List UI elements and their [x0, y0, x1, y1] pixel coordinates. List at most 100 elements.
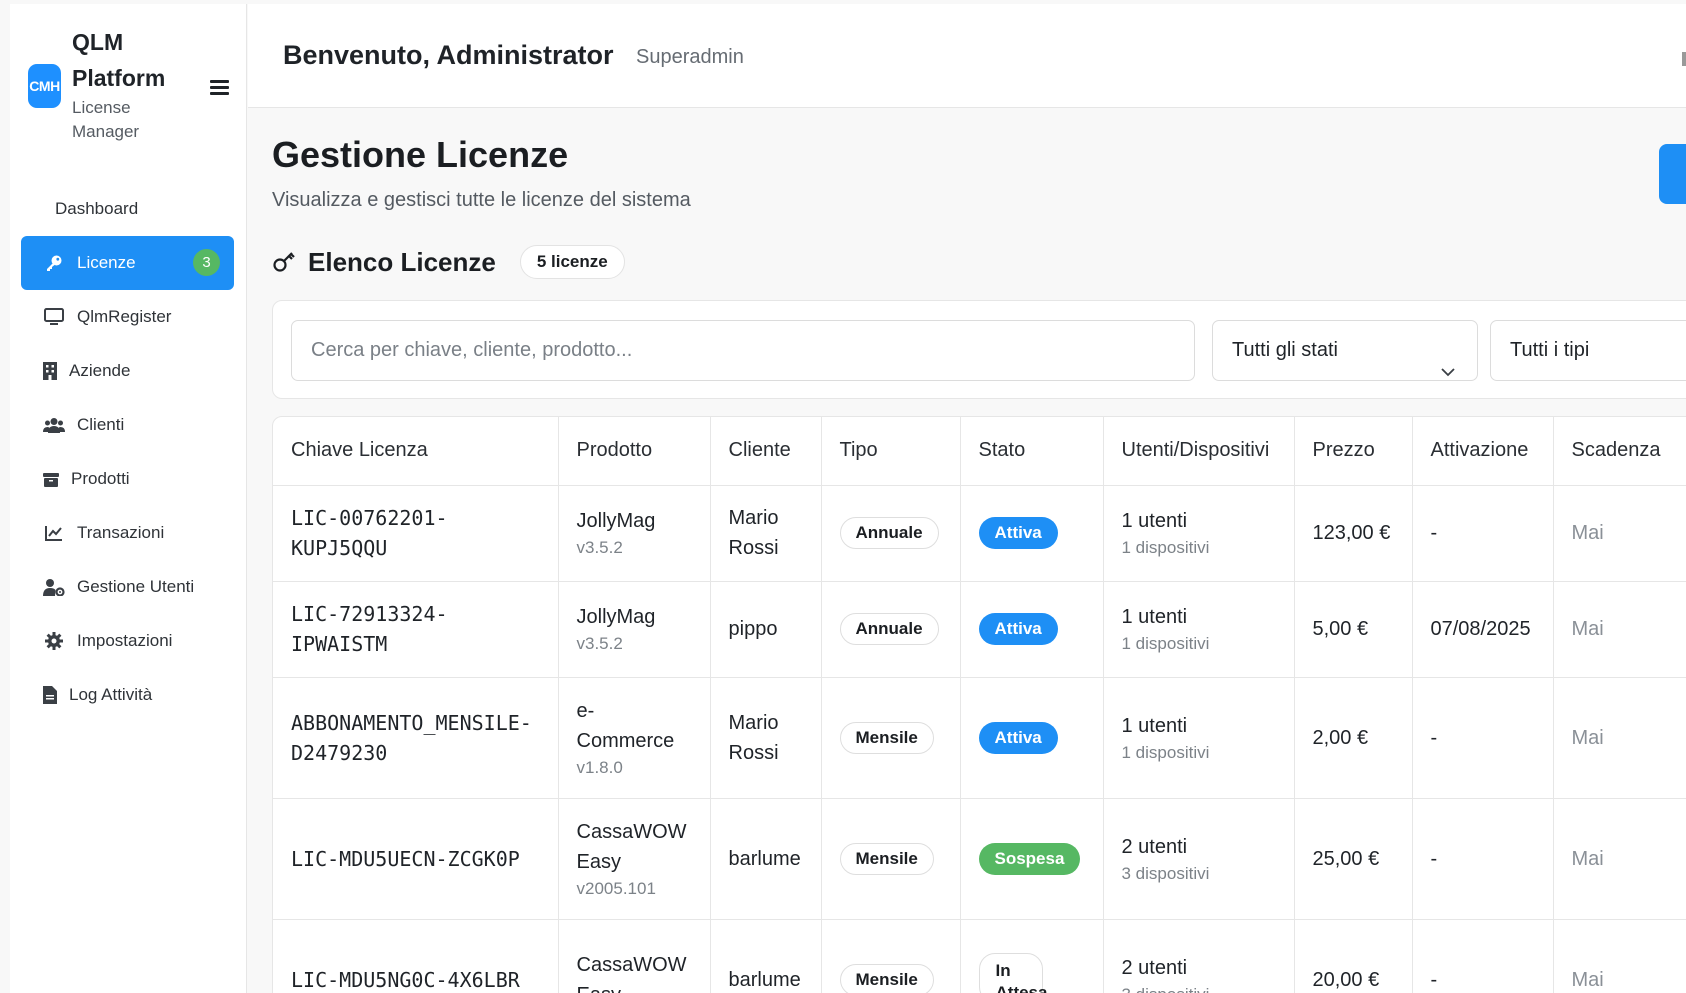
column-header[interactable]: Cliente — [710, 417, 822, 486]
license-key-cell: LIC-72913324-IPWAISTM — [273, 581, 559, 678]
sidebar: CMH QLM Platform License Manager Dashboa… — [10, 4, 247, 993]
license-key-cell: LIC-MDU5NG0C-4X6LBR — [273, 919, 559, 993]
state-cell: Attiva — [960, 677, 1104, 799]
product-name: JollyMag — [576, 606, 656, 628]
status-badge: Attiva — [978, 517, 1058, 549]
sidebar-item-label: Clienti — [77, 415, 125, 434]
user-gear-icon — [43, 577, 65, 597]
search-input[interactable] — [291, 320, 1195, 381]
sidebar-item-aziende[interactable]: Aziende — [21, 344, 234, 398]
client-cell: Mario Rossi — [710, 485, 822, 582]
status-badge: Sospesa — [978, 842, 1081, 875]
sidebar-item-transazioni[interactable]: Transazioni — [21, 506, 234, 560]
column-header[interactable]: Utenti/Dispositivi — [1103, 417, 1295, 486]
users-count: 2 utenti — [1121, 956, 1188, 979]
expiry-cell: Mai — [1553, 798, 1686, 920]
column-header[interactable]: Attivazione — [1412, 417, 1554, 486]
list-title: Elenco Licenze — [308, 246, 496, 277]
status-filter-select[interactable]: Tutti gli stati — [1212, 320, 1478, 381]
client-cell: barlume — [710, 798, 822, 920]
sidebar-item-label: Transazioni — [77, 523, 165, 542]
product-cell: e-Commerce v1.8.0 — [558, 677, 711, 799]
activation-cell: - — [1412, 798, 1554, 920]
sidebar-item-qlmregister[interactable]: QlmRegister — [21, 290, 234, 344]
sidebar-item-prodotti[interactable]: Prodotti — [21, 452, 234, 506]
expiry-cell: Mai — [1553, 485, 1686, 582]
users-cell: 1 utenti 1 dispositivi — [1103, 677, 1295, 799]
product-cell: JollyMag v3.5.2 — [558, 581, 711, 678]
license-key-cell: ABBONAMENTO_MENSILE-D2479230 — [273, 677, 559, 799]
column-header[interactable]: Stato — [960, 417, 1104, 486]
sidebar-item-label: Log Attività — [69, 685, 153, 704]
status-badge: In Attesa — [978, 952, 1047, 993]
activation-cell: 07/08/2025 — [1412, 581, 1554, 678]
column-header[interactable]: Tipo — [821, 417, 961, 486]
type-cell: Annuale — [821, 485, 961, 582]
type-filter-value: Tutti i tipi — [1510, 339, 1590, 361]
type-cell: Mensile — [821, 798, 961, 920]
users-count: 1 utenti — [1121, 606, 1188, 628]
expiry-cell: Mai — [1553, 581, 1686, 678]
column-header[interactable]: Prezzo — [1294, 417, 1413, 486]
product-version: v1.8.0 — [576, 757, 623, 777]
column-header[interactable]: Prodotto — [558, 417, 711, 486]
column-header[interactable]: Chiave Licenza — [273, 417, 559, 486]
users-count: 1 utenti — [1121, 714, 1188, 737]
table-row[interactable]: LIC-72913324-IPWAISTM JollyMag v3.5.2 pip… — [273, 581, 1686, 678]
product-version: v2005.101 — [576, 878, 656, 898]
type-filter-select[interactable]: Tutti i tipi — [1490, 320, 1686, 381]
app-logo: CMH — [28, 64, 61, 108]
sidebar-item-impostazioni[interactable]: Impostazioni — [21, 614, 234, 668]
activation-cell: - — [1412, 919, 1554, 993]
licenses-table: Chiave Licenza Prodotto Cliente Tipo Sta… — [272, 416, 1686, 993]
table-row[interactable]: LIC-MDU5NG0C-4X6LBR CassaWOW Easy barlum… — [273, 919, 1686, 993]
chevron-down-icon — [1441, 344, 1455, 377]
type-badge: Annuale — [839, 613, 939, 645]
sidebar-nav: Dashboard Licenze 3 QlmRegister Aziende — [21, 182, 234, 722]
sidebar-item-licenze[interactable]: Licenze 3 — [21, 236, 234, 290]
sidebar-item-gestione-utenti[interactable]: Gestione Utenti — [21, 560, 234, 614]
product-cell: CassaWOW Easy v2005.101 — [558, 798, 711, 920]
page-subtitle: Visualizza e gestisci tutte le licenze d… — [272, 189, 691, 211]
top-header: Benvenuto, Administrator Superadmin — [248, 4, 1686, 108]
gear-icon — [43, 631, 65, 651]
app-name: QLM Platform — [72, 29, 166, 91]
activation-cell: - — [1412, 677, 1554, 799]
devices-count: 3 dispositivi — [1122, 983, 1294, 993]
product-name: CassaWOW Easy — [576, 953, 687, 993]
users-cell: 2 utenti 3 dispositivi — [1103, 798, 1295, 920]
devices-count: 1 dispositivi — [1121, 634, 1210, 653]
expiry-cell: Mai — [1553, 677, 1686, 799]
sidebar-item-label: Impostazioni — [77, 631, 173, 650]
status-badge: Attiva — [978, 613, 1058, 645]
new-license-button[interactable] — [1659, 144, 1686, 204]
key-icon — [43, 253, 65, 273]
expiry-cell: Mai — [1553, 919, 1686, 993]
license-key-cell: LIC-MDU5UECN-ZCGK0P — [273, 798, 559, 920]
license-key: LIC-72913324-IPWAISTM — [291, 602, 448, 656]
price-cell: 20,00 € — [1294, 919, 1413, 993]
sidebar-item-label: Prodotti — [71, 469, 130, 488]
building-icon — [43, 361, 57, 381]
sidebar-item-dashboard[interactable]: Dashboard — [21, 182, 234, 236]
file-icon — [43, 685, 57, 705]
users-cell: 2 utenti 3 dispositivi — [1103, 919, 1295, 993]
app-subtitle: License Manager — [72, 98, 140, 141]
user-menu-edge[interactable] — [1682, 52, 1686, 66]
filters-bar: Tutti gli stati Tutti i tipi — [272, 300, 1686, 399]
menu-toggle-icon[interactable] — [210, 78, 232, 96]
sidebar-item-log-attivita[interactable]: Log Attività — [21, 668, 234, 722]
devices-count: 1 dispositivi — [1121, 742, 1210, 762]
sidebar-item-clienti[interactable]: Clienti — [21, 398, 234, 452]
product-name: e-Commerce — [576, 699, 675, 752]
table-row[interactable]: LIC-00762201-KUPJ5QQU JollyMag v3.5.2 Mar… — [273, 485, 1686, 582]
app-root: CMH QLM Platform License Manager Dashboa… — [0, 0, 1686, 993]
column-header[interactable]: Scadenza — [1553, 417, 1686, 486]
users-count: 1 utenti — [1121, 510, 1188, 532]
status-filter-value: Tutti gli stati — [1232, 339, 1338, 361]
price-cell: 123,00 € — [1294, 485, 1413, 582]
table-row[interactable]: LIC-MDU5UECN-ZCGK0P CassaWOW Easy v2005.1… — [273, 798, 1686, 920]
sidebar-item-label: Gestione Utenti — [77, 577, 195, 596]
type-cell: Mensile — [821, 919, 961, 993]
table-row[interactable]: ABBONAMENTO_MENSILE-D2479230 e-Commerce v… — [273, 677, 1686, 799]
